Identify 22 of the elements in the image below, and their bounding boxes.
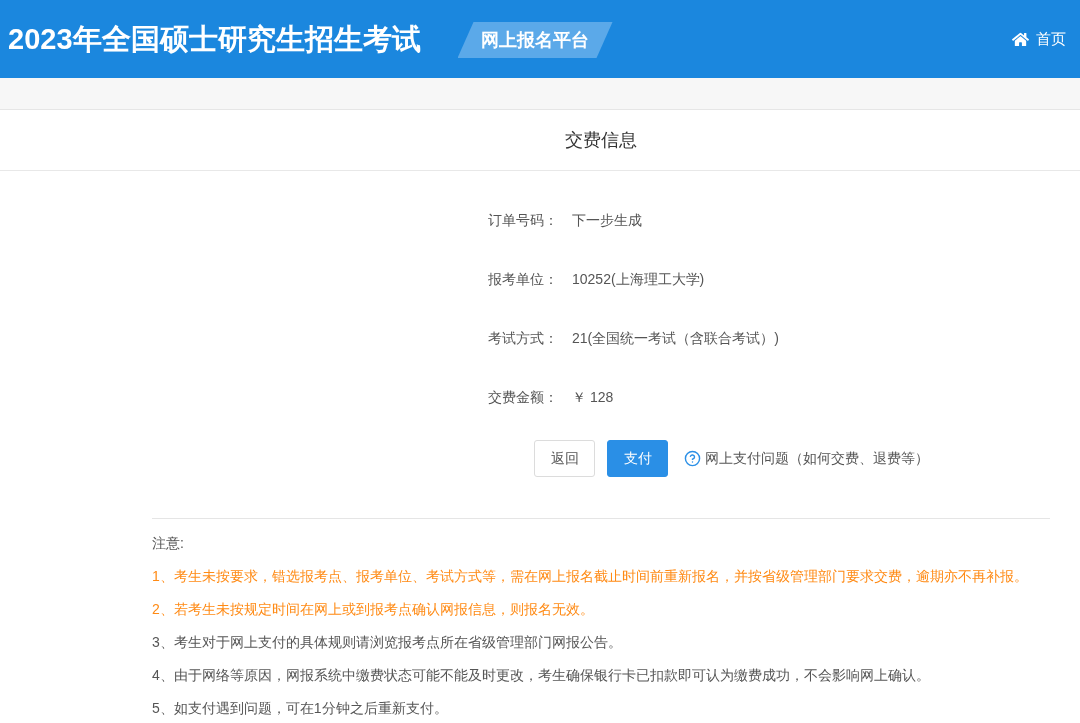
- exam-title: 2023年全国硕士研究生招生考试: [8, 24, 421, 54]
- back-button[interactable]: 返回: [534, 440, 595, 477]
- field-value: 下一步生成: [572, 211, 642, 230]
- field-value: ￥ 128: [572, 388, 614, 407]
- notice-text: 3、考生对于网上支付的具体规则请浏览报考点所在省级管理部门网报公告。: [152, 633, 622, 652]
- platform-badge: 网上报名平台: [457, 22, 613, 58]
- notice-text: 5、如支付遇到问题，可在1分钟之后重新支付。: [152, 699, 448, 718]
- home-link[interactable]: 首页: [1036, 27, 1066, 51]
- section-title: 交费信息: [565, 128, 637, 152]
- notes-heading: 注意:: [152, 534, 184, 553]
- help-icon[interactable]: [684, 450, 701, 467]
- home-icon[interactable]: [1012, 30, 1029, 48]
- field-label: 交费金额：: [488, 388, 559, 407]
- notice-text: 1、考生未按要求，错选报考点、报考单位、考试方式等，需在网上报名截止时间前重新报名，并按省级管理部门要求交费，逾期亦不再补报。: [152, 567, 1028, 586]
- notice-text: 2、若考生未按规定时间在网上或到报考点确认网报信息，则报名无效。: [152, 600, 594, 619]
- field-label: 报考单位：: [488, 270, 559, 289]
- help-link[interactable]: 网上支付问题（如何交费、退费等）: [705, 448, 929, 469]
- notice-text: 4、由于网络等原因，网报系统中缴费状态可能不能及时更改，考生确保银行卡已扣款即可认为缴费成功，不会影响网上确认。: [152, 666, 930, 685]
- field-value: 21(全国统一考试（含联合考试）): [572, 329, 779, 348]
- field-label: 考试方式：: [488, 329, 559, 348]
- field-label: 订单号码：: [488, 211, 559, 230]
- field-value: 10252(上海理工大学): [572, 270, 705, 289]
